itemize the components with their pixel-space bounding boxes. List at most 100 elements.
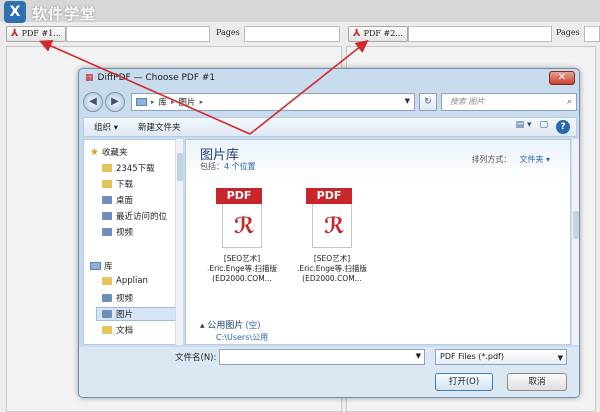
library-icon bbox=[136, 98, 147, 106]
sidebar-item-downloads[interactable]: 下载 bbox=[102, 178, 133, 190]
pdf2-pages-label: Pages bbox=[556, 28, 580, 37]
cancel-button[interactable]: 取消 bbox=[507, 373, 567, 391]
choose-pdf-dialog: ▦ DiffPDF — Choose PDF #1 ✕ ◀ ▶ ▸ 库 ▸ 图片… bbox=[78, 68, 580, 398]
desktop-icon bbox=[102, 196, 112, 204]
pdf2-filename-field[interactable] bbox=[408, 26, 552, 42]
sidebar-item-documents[interactable]: 文档 bbox=[102, 324, 133, 336]
library-includes-label: 包括： bbox=[200, 162, 224, 171]
sidebar-item-label: 图片 bbox=[116, 310, 134, 320]
chevron-down-icon[interactable]: ▼ bbox=[416, 352, 421, 360]
pdf-file-icon: PDF ℛ bbox=[216, 188, 268, 250]
documents-icon bbox=[102, 326, 112, 334]
preview-pane-icon[interactable]: ▢ bbox=[539, 120, 548, 134]
folder-icon bbox=[102, 277, 112, 285]
pdf-band: PDF bbox=[216, 188, 262, 204]
sidebar-scroll-thumb[interactable] bbox=[177, 153, 183, 181]
file-list-scrollbar[interactable] bbox=[571, 139, 579, 345]
chevron-down-icon: ▼ bbox=[557, 354, 563, 362]
pdf-file-icon: PDF ℛ bbox=[306, 188, 358, 250]
filename-input[interactable]: ▼ bbox=[219, 349, 425, 365]
sidebar-item-label: 文档 bbox=[116, 326, 134, 336]
toolbar: 组织 ▾ 新建文件夹 ▤ ▾ ▢ ? bbox=[83, 117, 577, 137]
sidebar-item-label: 视频 bbox=[116, 294, 134, 304]
public-pictures-group[interactable]: ▴ 公用图片 (空) bbox=[200, 318, 261, 331]
pdf1-button[interactable]: ⅄ PDF #1... bbox=[6, 26, 66, 42]
pdf-file-icon: ⅄ bbox=[11, 28, 19, 39]
breadcrumb-libraries[interactable]: 库 bbox=[159, 96, 168, 108]
open-button[interactable]: 打开(O) bbox=[435, 373, 493, 391]
help-icon[interactable]: ? bbox=[556, 120, 570, 134]
pdf1-button-label: PDF #1... bbox=[21, 29, 61, 38]
filename-label: 文件名(N): bbox=[175, 353, 217, 363]
view-options-icon[interactable]: ▤ ▾ bbox=[516, 120, 532, 134]
sidebar-item-recent-places[interactable]: 最近访问的位 bbox=[102, 210, 167, 222]
file-list: 图片库 包括：4 个位置 排列方式： 文件夹 ▾ PDF ℛ [SEO艺术] .E… bbox=[185, 139, 571, 345]
address-bar[interactable]: ▸ 库 ▸ 图片 ▸ ▼ bbox=[131, 93, 415, 111]
folder-icon bbox=[102, 180, 112, 188]
chevron-right-icon: ▸ bbox=[171, 98, 175, 106]
toolbar-right: ▤ ▾ ▢ ? bbox=[516, 120, 570, 134]
sidebar-item-videos[interactable]: 视频 bbox=[102, 292, 133, 304]
recent-places-icon bbox=[102, 212, 112, 220]
sidebar-item-label: Applian bbox=[116, 276, 148, 286]
pdf2-pages-field[interactable] bbox=[584, 26, 600, 42]
pdf2-button-label: PDF #2... bbox=[363, 29, 403, 38]
sidebar-item-videos-fav[interactable]: 视频 bbox=[102, 226, 133, 238]
diffpdf-icon: ▦ bbox=[85, 73, 94, 83]
file-list-scroll-thumb[interactable] bbox=[573, 211, 579, 239]
organize-button[interactable]: 组织 ▾ bbox=[84, 121, 128, 133]
navigation-bar: ◀ ▶ ▸ 库 ▸ 图片 ▸ ▼ ↻ 搜索 图片 ⌕ bbox=[83, 91, 577, 113]
search-placeholder: 搜索 图片 bbox=[450, 97, 485, 106]
pdf-file-icon: ⅄ bbox=[353, 28, 361, 39]
refresh-icon[interactable]: ↻ bbox=[419, 93, 437, 111]
arrange-by-dropdown[interactable]: 文件夹 ▾ bbox=[519, 155, 550, 164]
pdf1-pages-label: Pages bbox=[216, 28, 240, 37]
library-locations-link[interactable]: 4 个位置 bbox=[224, 162, 256, 171]
file-name: [SEO艺术] .Eric.Enge等.扫描版 (ED2000.COM... bbox=[296, 254, 368, 283]
chevron-down-icon[interactable]: ▼ bbox=[405, 97, 410, 105]
pdf1-filename-field[interactable] bbox=[66, 26, 210, 42]
video-icon bbox=[102, 294, 112, 302]
sidebar-item-desktop[interactable]: 桌面 bbox=[102, 194, 133, 206]
app-header: X 软件学堂 bbox=[0, 0, 600, 23]
dialog-footer: 文件名(N): ▼ PDF Files (*.pdf) ▼ 打开(O) 取消 bbox=[79, 347, 579, 397]
file-item[interactable]: PDF ℛ [SEO艺术] .Eric.Enge等.扫描版 (ED2000.CO… bbox=[200, 188, 284, 284]
video-icon bbox=[102, 228, 112, 236]
back-icon[interactable]: ◀ bbox=[83, 92, 103, 112]
close-button[interactable]: ✕ bbox=[549, 71, 575, 85]
file-type-select[interactable]: PDF Files (*.pdf) ▼ bbox=[435, 349, 567, 365]
sidebar-group-label: 库 bbox=[104, 262, 113, 272]
sidebar-item-label: 下载 bbox=[116, 180, 134, 190]
sidebar-item-2345downloads[interactable]: 2345下载 bbox=[102, 162, 155, 174]
acrobat-icon: ℛ bbox=[324, 214, 345, 239]
folder-icon bbox=[102, 164, 112, 172]
public-pictures-path: C:\Users\公用 bbox=[216, 333, 269, 342]
navigation-pane: ★ 收藏夹 2345下载 下载 桌面 最近访问的位 视频 库 Applian 视… bbox=[83, 139, 183, 345]
file-type-value: PDF Files (*.pdf) bbox=[440, 352, 504, 361]
library-icon bbox=[90, 262, 101, 270]
sidebar-group-label: 收藏夹 bbox=[101, 148, 128, 158]
sidebar-item-pictures[interactable]: 图片 bbox=[96, 307, 182, 321]
star-icon: ★ bbox=[90, 146, 99, 158]
sidebar-item-label: 最近访问的位 bbox=[116, 212, 168, 222]
breadcrumb-pictures[interactable]: 图片 bbox=[179, 96, 196, 108]
pdf2-button[interactable]: ⅄ PDF #2... bbox=[348, 26, 408, 42]
sidebar-group-libraries[interactable]: 库 bbox=[90, 260, 113, 272]
app-logo-icon: X bbox=[4, 1, 26, 23]
forward-icon[interactable]: ▶ bbox=[105, 92, 125, 112]
chevron-right-icon: ▸ bbox=[151, 98, 155, 106]
sidebar-group-favorites[interactable]: ★ 收藏夹 bbox=[90, 146, 128, 159]
pdf1-pages-field[interactable] bbox=[244, 26, 340, 42]
sidebar-scrollbar[interactable] bbox=[175, 139, 183, 345]
arrange-by-label: 排列方式： bbox=[471, 155, 512, 164]
sidebar-item-applian[interactable]: Applian bbox=[102, 276, 148, 286]
search-input[interactable]: 搜索 图片 ⌕ bbox=[441, 93, 577, 111]
new-folder-button[interactable]: 新建文件夹 bbox=[128, 121, 191, 133]
chevron-right-icon: ▸ bbox=[199, 98, 204, 106]
acrobat-icon: ℛ bbox=[234, 214, 255, 239]
library-includes: 包括：4 个位置 bbox=[200, 161, 256, 172]
file-item[interactable]: PDF ℛ [SEO艺术] .Eric.Enge等.扫描版 (ED2000.CO… bbox=[290, 188, 374, 284]
dialog-title-text: DiffPDF — Choose PDF #1 bbox=[97, 73, 216, 83]
pdf-band: PDF bbox=[306, 188, 352, 204]
sidebar-item-label: 桌面 bbox=[116, 196, 134, 206]
